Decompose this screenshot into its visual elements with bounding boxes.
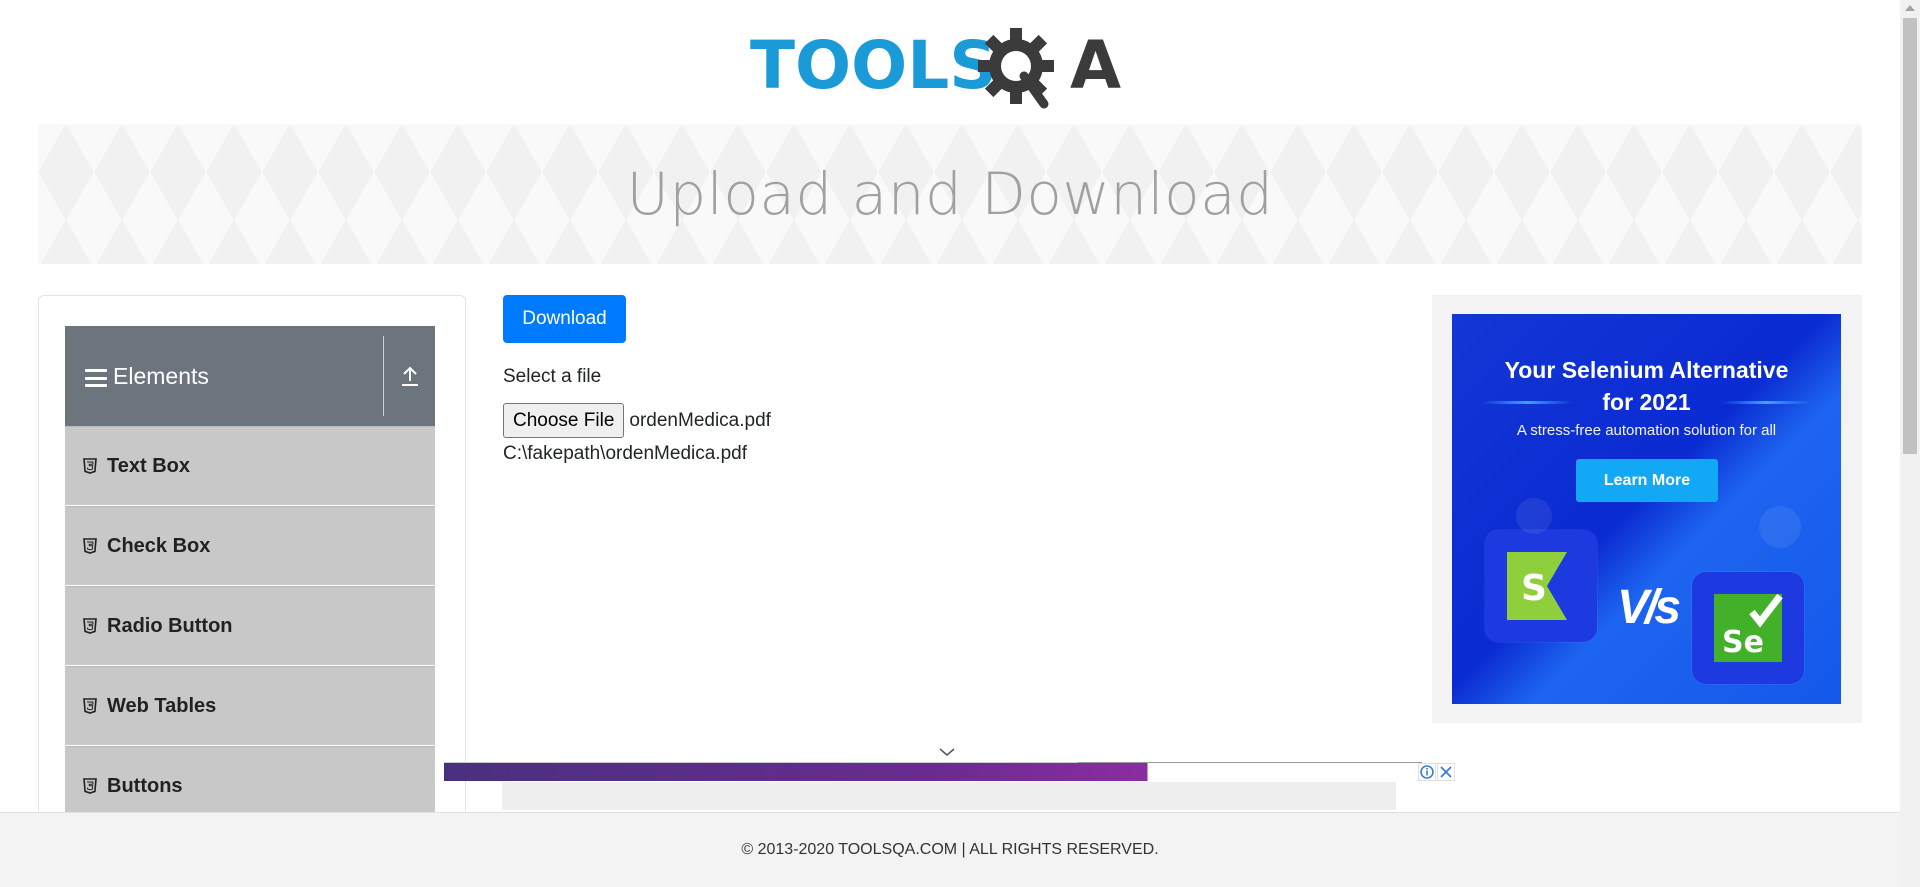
html5-icon xyxy=(83,618,97,634)
file-upload-control[interactable]: Choose File ordenMedica.pdf xyxy=(503,403,771,438)
download-button[interactable]: Download xyxy=(503,295,626,343)
uploaded-file-path: C:\fakepath\ordenMedica.pdf xyxy=(503,443,747,464)
chevron-down-icon[interactable] xyxy=(938,746,956,758)
logo-text-tools: TOOLS xyxy=(750,27,997,104)
menu-item-label: Buttons xyxy=(107,774,183,797)
choose-file-button[interactable]: Choose File xyxy=(503,403,625,438)
page-title: Upload and Download xyxy=(626,160,1274,228)
menu-item-text-box[interactable]: Text Box xyxy=(65,426,435,506)
group-title[interactable]: Elements xyxy=(65,363,383,390)
arrow-up-icon xyxy=(401,366,418,386)
menu-item-label: Web Tables xyxy=(107,694,217,717)
toolsqa-logo[interactable]: TOOLS A xyxy=(748,18,1158,114)
ad-title: Your Selenium Alternative for 2021 xyxy=(1504,357,1789,415)
footer: © 2013-2020 TOOLSQA.COM | ALL RIGHTS RES… xyxy=(0,812,1900,887)
katalon-logo-icon: S xyxy=(1507,552,1567,620)
footer-copyright: © 2013-2020 TOOLSQA.COM | ALL RIGHTS RES… xyxy=(741,841,1159,858)
ad-decor-line xyxy=(1722,401,1812,404)
left-panel: Elements Text Box Check Box Radio Button… xyxy=(38,295,466,887)
html5-icon xyxy=(83,538,97,554)
logo-text-a: A xyxy=(1070,27,1121,104)
svg-text:S: S xyxy=(1521,568,1547,609)
ad-left-logo-tile: S xyxy=(1485,530,1597,642)
adchoices-icon[interactable] xyxy=(1418,763,1436,781)
ad-subtitle: A stress-free automation solution for al… xyxy=(1516,422,1777,439)
menu-list: Text Box Check Box Radio Button Web Tabl… xyxy=(65,426,435,826)
menu-item-web-tables[interactable]: Web Tables xyxy=(65,666,435,746)
group-header-elements[interactable]: Elements xyxy=(65,326,435,426)
header: TOOLS A xyxy=(0,0,1900,120)
ad-right-logo-tile: Se xyxy=(1692,572,1804,684)
vertical-scrollbar[interactable] xyxy=(1900,0,1920,887)
ad-vs-text: V/s xyxy=(1617,581,1681,634)
scroll-thumb[interactable] xyxy=(1903,18,1917,454)
menu-item-label: Radio Button xyxy=(107,614,233,637)
selenium-logo-icon: Se xyxy=(1714,593,1783,662)
select-file-label: Select a file xyxy=(503,366,602,387)
ad-strip-placeholder xyxy=(502,782,1396,810)
ad-learn-more-button[interactable]: Learn More xyxy=(1576,459,1718,502)
menu-item-label: Text Box xyxy=(107,454,190,477)
code-icon xyxy=(1759,506,1801,548)
page-banner: Upload and Download xyxy=(38,124,1862,264)
gear-icon xyxy=(978,28,1054,109)
html5-icon xyxy=(83,778,97,794)
html5-icon xyxy=(83,698,97,714)
scroll-up-arrow-icon[interactable] xyxy=(1905,5,1915,11)
svg-text:Se: Se xyxy=(1722,625,1764,660)
menu-item-radio-button[interactable]: Radio Button xyxy=(65,586,435,666)
close-icon[interactable] xyxy=(1437,763,1455,781)
clock-icon xyxy=(1516,498,1552,534)
hamburger-icon xyxy=(85,369,107,387)
menu-item-check-box[interactable]: Check Box xyxy=(65,506,435,586)
menu-item-label: Check Box xyxy=(107,534,211,557)
ad-strip-divider xyxy=(1078,762,1422,763)
ad-decor-line xyxy=(1482,401,1572,404)
html5-icon xyxy=(83,458,97,474)
chosen-file-name: ordenMedica.pdf xyxy=(629,409,771,431)
ad-banner[interactable]: Your Selenium Alternative for 2021 A str… xyxy=(1452,314,1841,704)
sticky-ad-strip[interactable] xyxy=(444,762,1421,781)
collapse-toggle[interactable] xyxy=(383,336,435,416)
group-label: Elements xyxy=(113,362,209,389)
